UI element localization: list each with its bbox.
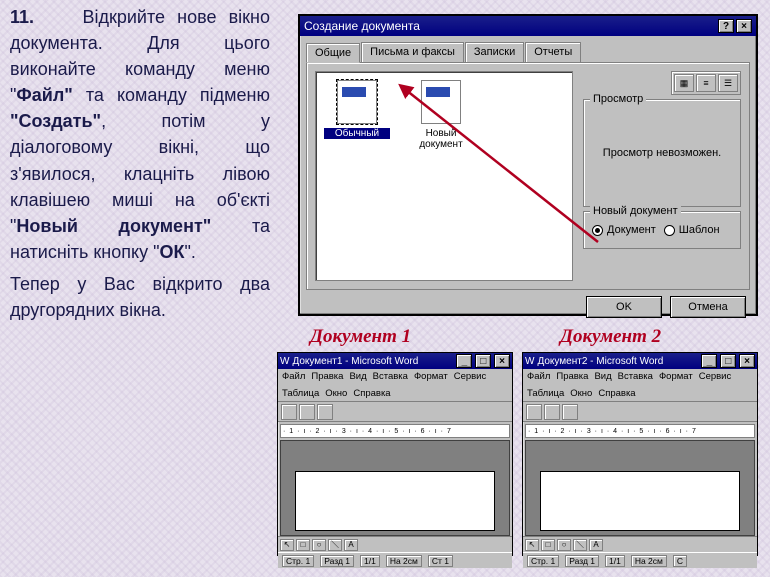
preview-group: Просмотр Просмотр невозможен. [583, 99, 741, 207]
menu-table[interactable]: Таблица [527, 388, 564, 399]
tab-notes[interactable]: Записки [465, 42, 524, 62]
toolbar-button[interactable] [317, 404, 333, 420]
cancel-button[interactable]: Отмена [670, 296, 746, 318]
word1-status: Стр. 1 Разд 1 1/1 На 2см Ст 1 [278, 552, 512, 568]
label-document-2: Документ 2 [560, 326, 661, 348]
toolbar-button[interactable] [544, 404, 560, 420]
help-button[interactable]: ? [718, 19, 734, 33]
dialog-buttons: OK Отмена [300, 296, 756, 326]
word-icon: W [280, 356, 289, 367]
dialog-body: Обычный Новый документ ▦ ≡ ☰ Просмотр Пр… [306, 62, 750, 290]
menu-edit[interactable]: Правка [556, 371, 588, 382]
close-button[interactable]: × [739, 354, 755, 368]
draw-button[interactable]: A [344, 539, 358, 551]
view-mode-buttons: ▦ ≡ ☰ [671, 71, 741, 95]
word2-ruler[interactable]: · 1 · ı · 2 · ı · 3 · ı · 4 · ı · 5 · ı … [525, 424, 755, 438]
tab-reports[interactable]: Отчеты [525, 42, 581, 62]
maximize-button[interactable]: □ [475, 354, 491, 368]
word-template-icon [337, 80, 377, 124]
toolbar-button[interactable] [281, 404, 297, 420]
close-button[interactable]: × [494, 354, 510, 368]
radio-document[interactable]: Документ [592, 224, 656, 236]
toolbar-button[interactable] [562, 404, 578, 420]
word1-menu: Файл Правка Вид Вставка Формат Сервис Та… [278, 369, 512, 402]
menu-view[interactable]: Вид [349, 371, 366, 382]
word-window-1: WДокумент1 - Microsoft Word _ □ × Файл П… [277, 352, 513, 556]
draw-button[interactable]: ＼ [328, 539, 342, 551]
draw-button[interactable]: ○ [312, 539, 326, 551]
page[interactable] [540, 471, 740, 531]
close-button[interactable]: × [736, 19, 752, 33]
word2-docarea[interactable] [525, 440, 755, 536]
template-list[interactable]: Обычный Новый документ [315, 71, 573, 281]
menu-insert[interactable]: Вставка [373, 371, 408, 382]
step-number: 11. [10, 7, 34, 27]
create-document-dialog: Создание документа ? × Общие Письма и фа… [298, 14, 758, 316]
draw-button[interactable]: A [589, 539, 603, 551]
instruction-text: 11. Відкрийте нове вікно документа. Для … [10, 4, 270, 323]
maximize-button[interactable]: □ [720, 354, 736, 368]
word-template-icon [421, 80, 461, 124]
word1-drawbar: ↖ □ ○ ＼ A [278, 536, 512, 552]
tab-general[interactable]: Общие [306, 43, 360, 63]
draw-button[interactable]: ○ [557, 539, 571, 551]
page[interactable] [295, 471, 495, 531]
view-large-icons[interactable]: ▦ [674, 74, 694, 92]
dialog-right-panel: ▦ ≡ ☰ Просмотр Просмотр невозможен. Новы… [583, 71, 741, 281]
menu-file[interactable]: Файл [527, 371, 550, 382]
menu-insert[interactable]: Вставка [618, 371, 653, 382]
word-window-2: WДокумент2 - Microsoft Word _ □ × Файл П… [522, 352, 758, 556]
preview-text: Просмотр невозможен. [603, 147, 721, 159]
word2-drawbar: ↖ □ ○ ＼ A [523, 536, 757, 552]
draw-button[interactable]: ＼ [573, 539, 587, 551]
draw-button[interactable]: □ [296, 539, 310, 551]
word1-toolbar [278, 402, 512, 422]
menu-tools[interactable]: Сервис [454, 371, 487, 382]
word-icon: W [525, 356, 534, 367]
template-normal[interactable]: Обычный [324, 80, 390, 139]
label-document-1: Документ 1 [310, 326, 411, 348]
menu-table[interactable]: Таблица [282, 388, 319, 399]
word2-titlebar[interactable]: WДокумент2 - Microsoft Word _ □ × [523, 353, 757, 369]
view-details[interactable]: ☰ [718, 74, 738, 92]
word2-status: Стр. 1 Разд 1 1/1 На 2см С [523, 552, 757, 568]
menu-format[interactable]: Формат [414, 371, 448, 382]
dialog-titlebar[interactable]: Создание документа ? × [300, 16, 756, 36]
word1-ruler[interactable]: · 1 · ı · 2 · ı · 3 · ı · 4 · ı · 5 · ı … [280, 424, 510, 438]
dialog-title: Создание документа [304, 19, 420, 33]
view-list[interactable]: ≡ [696, 74, 716, 92]
word2-menu: Файл Правка Вид Вставка Формат Сервис Та… [523, 369, 757, 402]
newdoc-group: Новый документ Документ Шаблон [583, 211, 741, 249]
instruction-para2: Тепер у Вас відкрито два другорядних вік… [10, 271, 270, 323]
menu-help[interactable]: Справка [598, 388, 635, 399]
draw-button[interactable]: ↖ [280, 539, 294, 551]
menu-view[interactable]: Вид [594, 371, 611, 382]
menu-edit[interactable]: Правка [311, 371, 343, 382]
menu-tools[interactable]: Сервис [699, 371, 732, 382]
toolbar-button[interactable] [299, 404, 315, 420]
toolbar-button[interactable] [526, 404, 542, 420]
draw-button[interactable]: □ [541, 539, 555, 551]
minimize-button[interactable]: _ [701, 354, 717, 368]
menu-format[interactable]: Формат [659, 371, 693, 382]
minimize-button[interactable]: _ [456, 354, 472, 368]
word1-titlebar[interactable]: WДокумент1 - Microsoft Word _ □ × [278, 353, 512, 369]
word1-docarea[interactable] [280, 440, 510, 536]
menu-window[interactable]: Окно [570, 388, 592, 399]
radio-icon [664, 225, 675, 236]
radio-template[interactable]: Шаблон [664, 224, 720, 236]
dialog-tabs: Общие Письма и факсы Записки Отчеты [306, 42, 750, 62]
menu-window[interactable]: Окно [325, 388, 347, 399]
menu-file[interactable]: Файл [282, 371, 305, 382]
word2-toolbar [523, 402, 757, 422]
tab-letters[interactable]: Письма и факсы [361, 42, 464, 62]
template-new-document[interactable]: Новый документ [408, 80, 474, 150]
draw-button[interactable]: ↖ [525, 539, 539, 551]
menu-help[interactable]: Справка [353, 388, 390, 399]
ok-button[interactable]: OK [586, 296, 662, 318]
radio-icon [592, 225, 603, 236]
